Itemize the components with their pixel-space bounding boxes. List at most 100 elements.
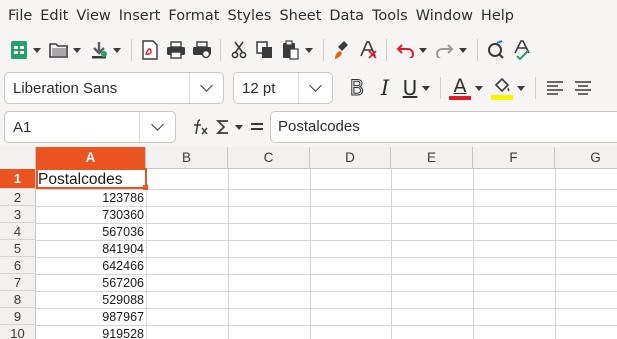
menu-view[interactable]: View <box>72 0 114 32</box>
font-name-dropdown[interactable] <box>189 73 223 103</box>
row-header-8[interactable]: 8 <box>0 291 36 308</box>
print-preview-icon[interactable] <box>189 36 215 64</box>
font-size-value[interactable]: 12 pt <box>234 80 298 97</box>
cell-a10[interactable]: 919528 <box>37 326 145 339</box>
cell-a9[interactable]: 987967 <box>37 309 145 326</box>
row-header-5[interactable]: 5 <box>0 240 36 257</box>
gridline <box>555 169 556 339</box>
column-header-f[interactable]: F <box>473 147 555 169</box>
menu-format[interactable]: Format <box>164 0 223 32</box>
select-all-corner[interactable] <box>0 147 36 169</box>
formula-bar: A1 Postalcodes <box>0 108 617 146</box>
menu-insert[interactable]: Insert <box>115 0 165 32</box>
copy-icon[interactable] <box>252 36 278 64</box>
font-size-combo[interactable]: 12 pt <box>233 72 333 104</box>
row-header-10[interactable]: 10 <box>0 325 36 339</box>
gridline <box>473 169 474 339</box>
highlight-dropdown[interactable] <box>516 74 526 102</box>
row-header-7[interactable]: 7 <box>0 274 36 291</box>
undo-icon[interactable] <box>392 36 418 64</box>
new-dropdown[interactable] <box>32 36 42 64</box>
font-color-dropdown[interactable] <box>474 74 484 102</box>
spreadsheet-grid[interactable]: A B C D E F G 1 2 3 4 5 6 7 8 9 10 Posta… <box>0 147 617 339</box>
toolbar-separator <box>477 39 478 61</box>
menu-sheet[interactable]: Sheet <box>275 0 325 32</box>
print-icon[interactable] <box>163 36 189 64</box>
menu-bar: File Edit View Insert Format Styles Shee… <box>0 0 617 32</box>
menu-tools[interactable]: Tools <box>368 0 412 32</box>
row-header-4[interactable]: 4 <box>0 223 36 240</box>
sum-dropdown[interactable] <box>234 113 244 141</box>
toolbar-separator <box>535 77 536 99</box>
column-header-a[interactable]: A <box>36 147 146 169</box>
font-color-button[interactable]: A <box>446 73 474 103</box>
save-dropdown[interactable] <box>112 36 122 64</box>
italic-button[interactable]: I <box>371 73 399 103</box>
clear-formatting-icon[interactable] <box>355 36 381 64</box>
formula-input[interactable]: Postalcodes <box>270 111 617 143</box>
font-name-combo[interactable]: Liberation Sans <box>4 72 224 104</box>
cut-icon[interactable] <box>226 36 252 64</box>
redo-icon[interactable] <box>432 36 458 64</box>
name-box-dropdown[interactable] <box>139 112 175 142</box>
undo-dropdown[interactable] <box>418 36 428 64</box>
align-left-icon <box>547 81 563 95</box>
column-header-d[interactable]: D <box>310 147 391 169</box>
menu-data[interactable]: Data <box>325 0 368 32</box>
find-replace-icon[interactable] <box>483 36 509 64</box>
paste-dropdown[interactable] <box>304 36 314 64</box>
font-color-icon: A <box>453 75 467 97</box>
cell-a7[interactable]: 567206 <box>37 275 145 292</box>
spelling-icon[interactable] <box>509 36 535 64</box>
column-header-c[interactable]: C <box>228 147 310 169</box>
menu-edit[interactable]: Edit <box>36 0 72 32</box>
bold-button[interactable]: B <box>343 73 371 103</box>
cell-a3[interactable]: 730360 <box>37 207 145 224</box>
italic-icon: I <box>380 76 390 100</box>
cell-a4[interactable]: 567036 <box>37 224 145 241</box>
underline-dropdown[interactable] <box>421 74 431 102</box>
open-dropdown[interactable] <box>72 36 82 64</box>
new-icon[interactable] <box>6 36 32 64</box>
menu-file[interactable]: File <box>4 0 36 32</box>
cell-a5[interactable]: 841904 <box>37 241 145 258</box>
column-header-b[interactable]: B <box>146 147 228 169</box>
cell-cursor <box>36 168 147 189</box>
formula-icon[interactable] <box>246 116 268 138</box>
column-header-g[interactable]: G <box>555 147 617 169</box>
underline-icon: U <box>402 76 418 100</box>
align-center-button[interactable] <box>569 73 597 103</box>
underline-button[interactable]: U <box>399 73 421 103</box>
row-header-2[interactable]: 2 <box>0 189 36 206</box>
save-icon[interactable] <box>86 36 112 64</box>
sum-icon[interactable] <box>212 116 234 138</box>
toolbar-separator <box>440 77 441 99</box>
autofill-handle[interactable] <box>143 185 148 190</box>
toolbar-separator <box>386 39 387 61</box>
name-box[interactable]: A1 <box>4 111 176 143</box>
redo-dropdown[interactable] <box>458 36 468 64</box>
row-header-1[interactable]: 1 <box>0 169 36 189</box>
clone-formatting-icon[interactable] <box>329 36 355 64</box>
cell-a6[interactable]: 642466 <box>37 258 145 275</box>
toolbar-separator <box>220 39 221 61</box>
column-header-e[interactable]: E <box>391 147 473 169</box>
menu-styles[interactable]: Styles <box>223 0 275 32</box>
font-name-value[interactable]: Liberation Sans <box>5 80 189 97</box>
cell-a2[interactable]: 123786 <box>37 190 145 207</box>
row-header-9[interactable]: 9 <box>0 308 36 325</box>
row-header-3[interactable]: 3 <box>0 206 36 223</box>
open-icon[interactable] <box>46 36 72 64</box>
function-wizard-icon[interactable] <box>190 116 212 138</box>
menu-window[interactable]: Window <box>412 0 477 32</box>
cell-a8[interactable]: 529088 <box>37 292 145 309</box>
export-pdf-icon[interactable] <box>137 36 163 64</box>
align-left-button[interactable] <box>541 73 569 103</box>
highlight-button[interactable] <box>488 73 516 103</box>
row-header-6[interactable]: 6 <box>0 257 36 274</box>
menu-help[interactable]: Help <box>477 0 518 32</box>
font-size-dropdown[interactable] <box>298 73 332 103</box>
highlight-icon <box>494 77 510 92</box>
paste-icon[interactable] <box>278 36 304 64</box>
name-box-value[interactable]: A1 <box>5 119 139 136</box>
